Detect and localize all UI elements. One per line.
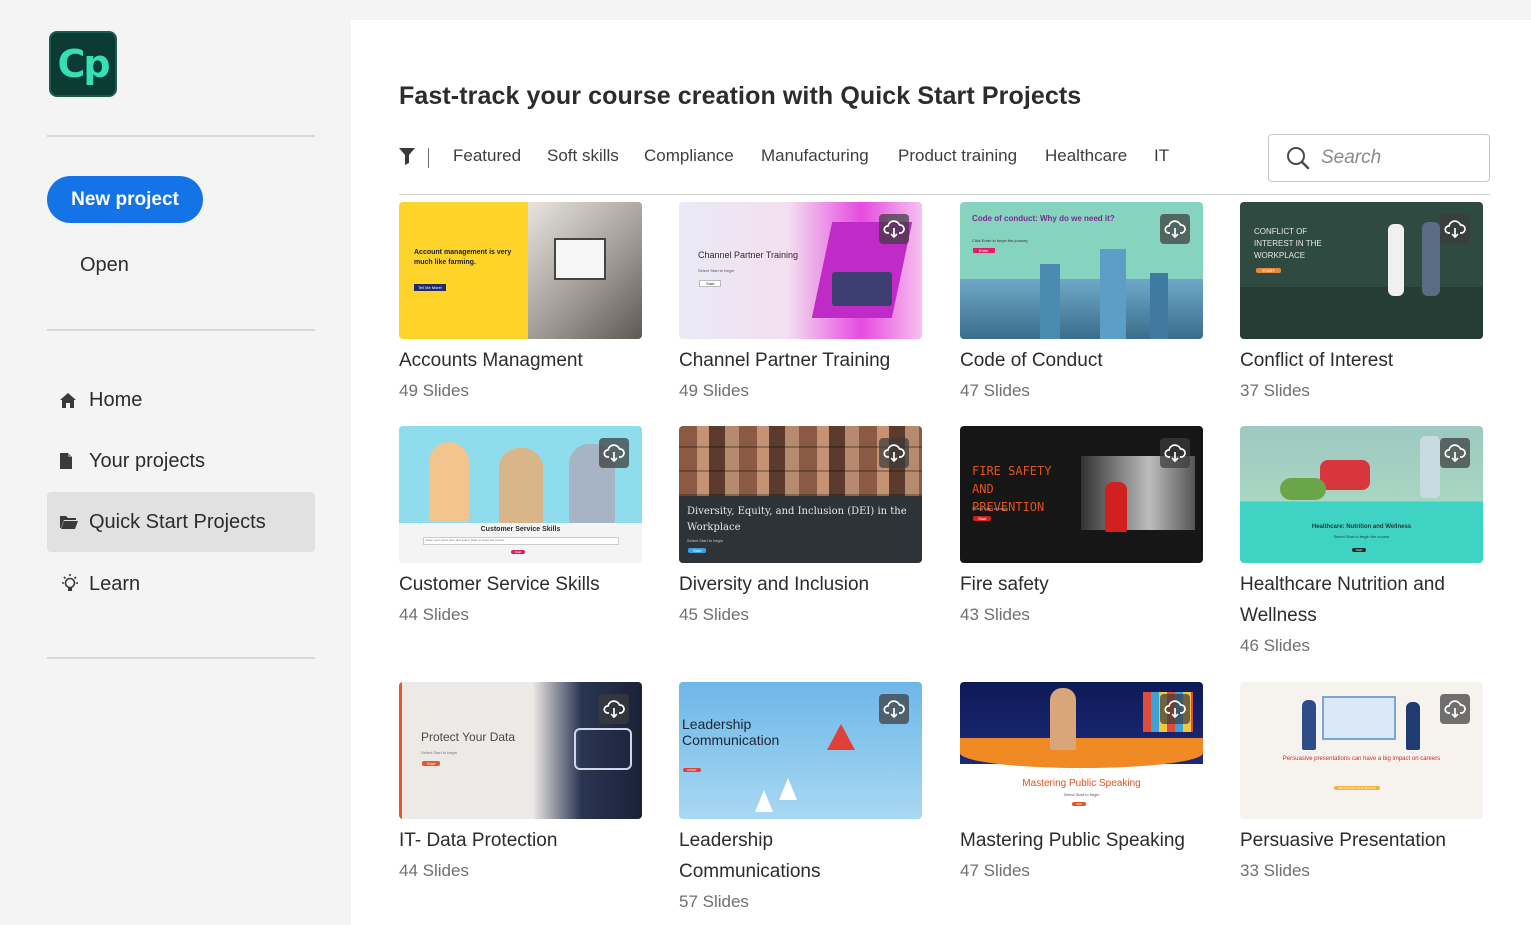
sidebar-item-label: Home <box>89 388 143 411</box>
sidebar-divider <box>47 657 315 659</box>
category-product-training[interactable]: Product training <box>898 146 1017 166</box>
project-slide-count: 47 Slides <box>960 381 1030 400</box>
search-box[interactable] <box>1268 134 1490 182</box>
download-icon[interactable] <box>599 438 629 468</box>
category-healthcare[interactable]: Healthcare <box>1045 146 1127 166</box>
sidebar-item-label: Learn <box>89 572 141 595</box>
open-link[interactable]: Open <box>80 254 129 277</box>
project-title: Healthcare Nutrition and Wellness <box>1240 574 1445 626</box>
project-thumbnail[interactable]: CONFLICT OF INTEREST IN THE WORKPLACE ST… <box>1240 202 1483 339</box>
project-thumbnail[interactable]: Channel Partner Training Select Start to… <box>679 202 922 339</box>
download-icon[interactable] <box>1160 214 1190 244</box>
project-thumbnail[interactable]: FIRE SAFETY AND PREVENTION Select Start … <box>960 426 1203 563</box>
project-slide-count: 44 Slides <box>399 861 469 880</box>
project-title: Accounts Managment <box>399 350 583 371</box>
sidebar-item-quick-start-projects[interactable]: Quick Start Projects <box>47 492 315 552</box>
filter-separator <box>428 148 429 168</box>
download-icon[interactable] <box>879 214 909 244</box>
project-slide-count: 49 Slides <box>679 381 749 400</box>
lightbulb-icon <box>59 573 89 595</box>
page-title: Fast-track your course creation with Qui… <box>399 82 1082 110</box>
project-slide-count: 44 Slides <box>399 605 469 624</box>
project-thumbnail[interactable]: Diversity, Equity, and Inclusion (DEI) i… <box>679 426 922 563</box>
project-slide-count: 43 Slides <box>960 605 1030 624</box>
project-thumbnail[interactable]: Healthcare: Nutrition and Wellness Selec… <box>1240 426 1483 563</box>
category-it[interactable]: IT <box>1154 146 1169 166</box>
project-title: Conflict of Interest <box>1240 350 1394 371</box>
project-slide-count: 45 Slides <box>679 605 749 624</box>
project-title: Customer Service Skills <box>399 574 600 595</box>
project-card-it-data-protection[interactable]: Protect Your Data Select Start to begin … <box>399 682 642 886</box>
sidebar-item-home[interactable]: Home <box>47 370 315 430</box>
file-icon <box>59 452 89 470</box>
project-card-accounts-managment[interactable]: Account management is very much like far… <box>399 202 642 406</box>
category-featured[interactable]: Featured <box>453 146 521 166</box>
download-icon[interactable] <box>1160 438 1190 468</box>
download-icon[interactable] <box>599 694 629 724</box>
category-compliance[interactable]: Compliance <box>644 146 734 166</box>
sidebar-item-learn[interactable]: Learn <box>47 554 315 614</box>
project-slide-count: 33 Slides <box>1240 861 1310 880</box>
project-card-fire-safety[interactable]: FIRE SAFETY AND PREVENTION Select Start … <box>960 426 1203 630</box>
sidebar-divider <box>47 329 315 331</box>
project-slide-count: 57 Slides <box>679 892 749 911</box>
project-title: Leadership Communications <box>679 830 821 882</box>
app-logo-text: Cp <box>57 42 110 86</box>
folder-open-icon <box>59 514 89 530</box>
filter-divider <box>399 194 1490 195</box>
download-icon[interactable] <box>1440 438 1470 468</box>
project-card-persuasive-presentation[interactable]: Persuasive presentations can have a big … <box>1240 682 1483 886</box>
main-panel: Fast-track your course creation with Qui… <box>351 20 1531 925</box>
project-slide-count: 49 Slides <box>399 381 469 400</box>
project-card-leadership-communications[interactable]: Leadership Communication START Leadershi… <box>679 682 922 917</box>
project-thumbnail[interactable]: Code of conduct: Why do we need it? Clic… <box>960 202 1203 339</box>
project-card-customer-service-skills[interactable]: Customer Service Skills Enter your name … <box>399 426 642 630</box>
project-title: Mastering Public Speaking <box>960 830 1185 851</box>
app-logo: Cp <box>49 31 117 97</box>
project-thumbnail[interactable]: Leadership Communication START <box>679 682 922 819</box>
project-thumbnail[interactable]: Customer Service Skills Enter your name … <box>399 426 642 563</box>
project-slide-count: 47 Slides <box>960 861 1030 880</box>
download-icon[interactable] <box>1160 694 1190 724</box>
project-card-mastering-public-speaking[interactable]: Mastering Public Speaking Select Start t… <box>960 682 1203 886</box>
home-icon <box>59 392 89 409</box>
new-project-button[interactable]: New project <box>47 176 203 223</box>
sidebar-item-label: Quick Start Projects <box>89 510 266 533</box>
sidebar-item-your-projects[interactable]: Your projects <box>47 431 315 491</box>
project-card-diversity-and-inclusion[interactable]: Diversity, Equity, and Inclusion (DEI) i… <box>679 426 922 630</box>
project-title: Diversity and Inclusion <box>679 574 870 595</box>
project-slide-count: 46 Slides <box>1240 636 1310 655</box>
search-input[interactable] <box>1321 145 1481 171</box>
project-title: Channel Partner Training <box>679 350 891 371</box>
sidebar-item-label: Your projects <box>89 449 205 472</box>
project-thumbnail[interactable]: Mastering Public Speaking Select Start t… <box>960 682 1203 819</box>
search-icon <box>1286 146 1310 175</box>
sidebar-divider <box>47 135 315 137</box>
project-title: Fire safety <box>960 574 1049 595</box>
project-thumbnail[interactable]: Account management is very much like far… <box>399 202 642 339</box>
project-card-healthcare-nutrition-and-wellness[interactable]: Healthcare: Nutrition and Wellness Selec… <box>1240 426 1483 661</box>
filter-icon[interactable] <box>399 148 415 170</box>
project-title: Persuasive Presentation <box>1240 830 1446 851</box>
project-card-channel-partner-training[interactable]: Channel Partner Training Select Start to… <box>679 202 922 406</box>
category-soft-skills[interactable]: Soft skills <box>547 146 619 166</box>
project-thumbnail[interactable]: Protect Your Data Select Start to begin … <box>399 682 642 819</box>
download-icon[interactable] <box>879 694 909 724</box>
download-icon[interactable] <box>879 438 909 468</box>
category-manufacturing[interactable]: Manufacturing <box>761 146 869 166</box>
project-title: Code of Conduct <box>960 350 1103 371</box>
project-card-code-of-conduct[interactable]: Code of conduct: Why do we need it? Clic… <box>960 202 1203 406</box>
project-slide-count: 37 Slides <box>1240 381 1310 400</box>
project-card-conflict-of-interest[interactable]: CONFLICT OF INTEREST IN THE WORKPLACE ST… <box>1240 202 1483 406</box>
project-thumbnail[interactable]: Persuasive presentations can have a big … <box>1240 682 1483 819</box>
project-title: IT- Data Protection <box>399 830 558 851</box>
download-icon[interactable] <box>1440 214 1470 244</box>
sidebar: Cp New project Open Home Your projects Q… <box>0 0 351 925</box>
download-icon[interactable] <box>1440 694 1470 724</box>
